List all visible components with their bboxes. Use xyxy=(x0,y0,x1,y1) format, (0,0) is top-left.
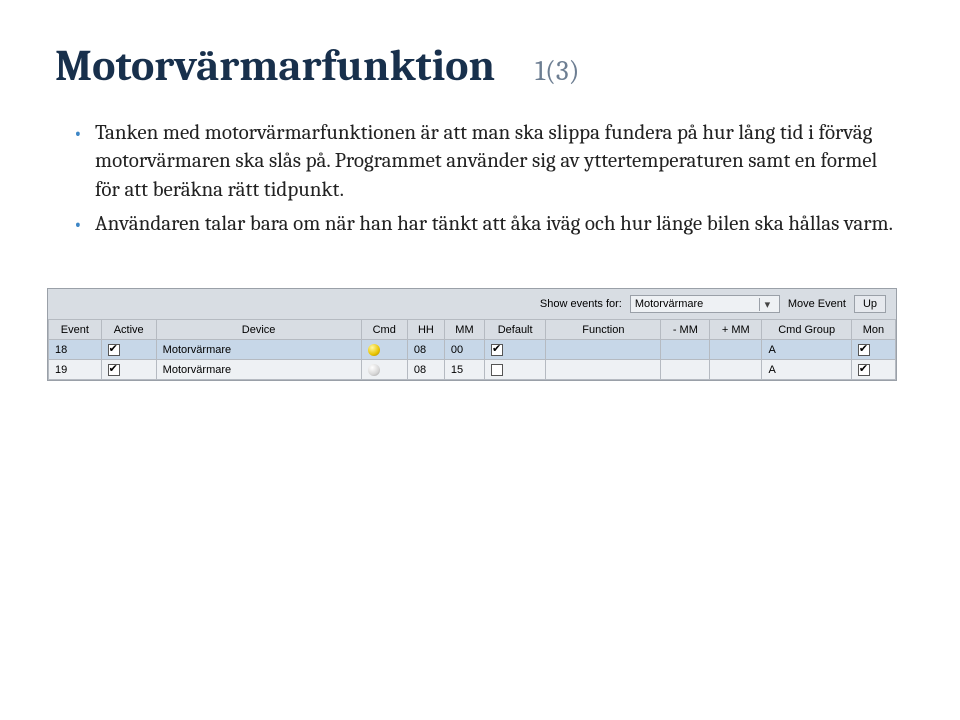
col-cmdgroup: Cmd Group xyxy=(762,320,851,340)
events-table: Event Active Device Cmd HH MM Default Fu… xyxy=(48,319,896,380)
cell-active xyxy=(101,360,156,380)
cell-mon xyxy=(851,340,895,360)
cell-mon xyxy=(851,360,895,380)
table-row[interactable]: 18 Motorvärmare 0800 A xyxy=(49,340,896,360)
col-function: Function xyxy=(546,320,661,340)
mon-checkbox[interactable] xyxy=(858,344,870,356)
show-events-label: Show events for: xyxy=(540,298,622,310)
cell-cmdgroup: A xyxy=(762,340,851,360)
move-event-label: Move Event xyxy=(788,298,846,310)
bullet-item: Tanken med motorvärmarfunktionen är att … xyxy=(73,119,905,204)
col-device: Device xyxy=(156,320,361,340)
cell-hh: 08 xyxy=(407,360,444,380)
col-mminus: - MM xyxy=(661,320,710,340)
cell-default xyxy=(485,360,546,380)
move-up-button[interactable]: Up xyxy=(854,295,886,313)
cell-cmdgroup: A xyxy=(762,360,851,380)
events-panel: Show events for: Motorvärmare ▾ Move Eve… xyxy=(47,288,897,381)
mon-checkbox[interactable] xyxy=(858,364,870,376)
cell-mminus xyxy=(661,360,710,380)
bulb-icon xyxy=(368,344,380,356)
col-mplus: + MM xyxy=(710,320,762,340)
cell-mplus xyxy=(710,340,762,360)
cell-event: 18 xyxy=(49,340,102,360)
cell-event: 19 xyxy=(49,360,102,380)
active-checkbox[interactable] xyxy=(108,364,120,376)
col-default: Default xyxy=(485,320,546,340)
default-checkbox[interactable] xyxy=(491,344,503,356)
cell-cmd xyxy=(361,360,407,380)
table-row[interactable]: 19 Motorvärmare 0815 A xyxy=(49,360,896,380)
col-active: Active xyxy=(101,320,156,340)
col-mon: Mon xyxy=(851,320,895,340)
cell-cmd xyxy=(361,340,407,360)
cell-mm: 15 xyxy=(444,360,484,380)
col-hh: HH xyxy=(407,320,444,340)
col-mm: MM xyxy=(444,320,484,340)
active-checkbox[interactable] xyxy=(108,344,120,356)
cell-default xyxy=(485,340,546,360)
cell-mplus xyxy=(710,360,762,380)
cell-device: Motorvärmare xyxy=(156,360,361,380)
cell-mm: 00 xyxy=(444,340,484,360)
device-filter-value: Motorvärmare xyxy=(635,298,703,310)
bullet-item: Användaren talar bara om när han har tän… xyxy=(73,210,905,238)
device-filter-combo[interactable]: Motorvärmare ▾ xyxy=(630,295,780,313)
page-number: 1(3) xyxy=(535,55,579,87)
cell-function xyxy=(546,340,661,360)
page-title: Motorvärmarfunktion xyxy=(55,40,495,91)
cell-mminus xyxy=(661,340,710,360)
chevron-down-icon: ▾ xyxy=(759,298,775,311)
default-checkbox[interactable] xyxy=(491,364,503,376)
panel-toolbar: Show events for: Motorvärmare ▾ Move Eve… xyxy=(48,289,896,319)
bulb-icon xyxy=(368,364,380,376)
cell-function xyxy=(546,360,661,380)
col-cmd: Cmd xyxy=(361,320,407,340)
cell-active xyxy=(101,340,156,360)
col-event: Event xyxy=(49,320,102,340)
cell-hh: 08 xyxy=(407,340,444,360)
bullet-list: Tanken med motorvärmarfunktionen är att … xyxy=(55,119,905,238)
cell-device: Motorvärmare xyxy=(156,340,361,360)
